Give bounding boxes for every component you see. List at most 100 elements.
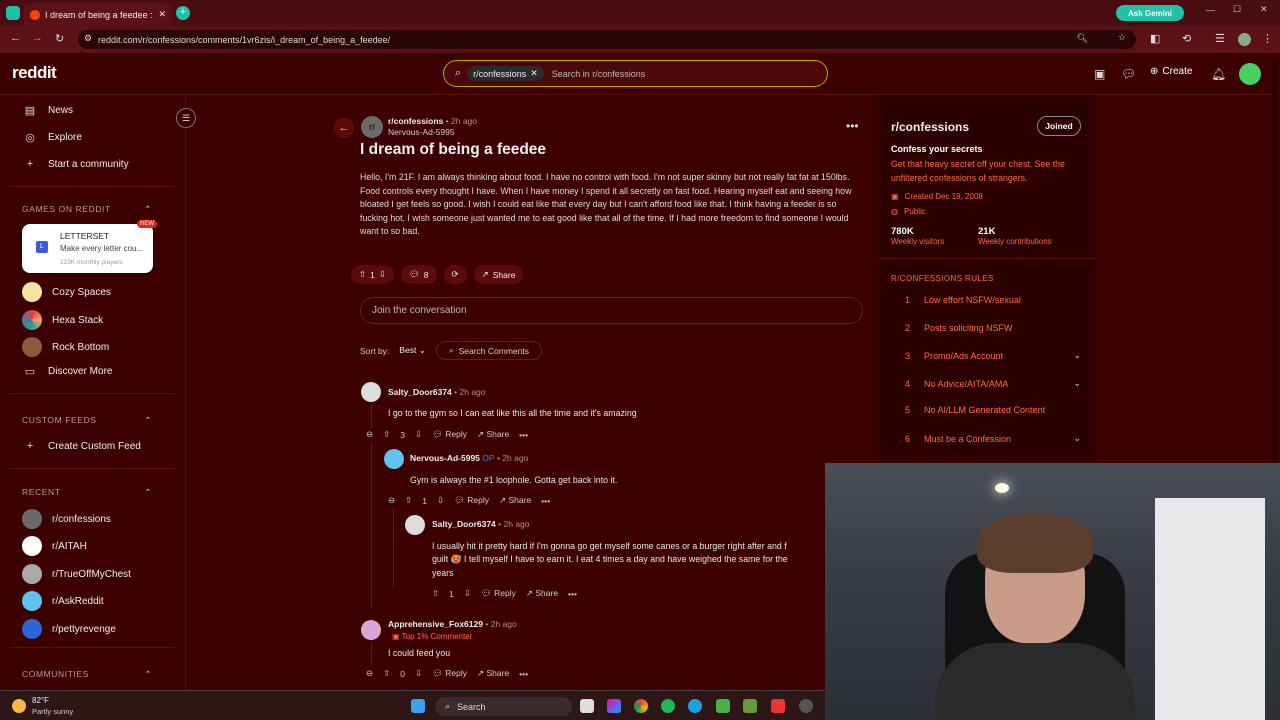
search-comments-button[interactable]: ⌕ Search Comments [435,341,542,360]
share-button[interactable]: ↗ Share [477,429,509,440]
chip-close-icon[interactable]: ✕ [530,68,538,79]
custom-feeds-header[interactable]: CUSTOM FEEDS ⌃ [22,415,152,426]
comment-author[interactable]: Salty_Door6374 • 2h ago [388,387,486,397]
recent-item-aitah[interactable]: r/AITAH [22,536,87,556]
more-options-icon[interactable]: ••• [519,430,528,440]
reply-button[interactable]: 💬︎ Reply [432,429,467,440]
reload-icon[interactable]: ↻ [55,32,64,45]
comment-author[interactable]: Apprehensive_Fox6129 • 2h ago [388,619,517,629]
more-options-icon[interactable]: ••• [541,496,550,506]
games-section-header[interactable]: GAMES ON REDDIT ⌃ [22,204,152,215]
reddit-logo[interactable]: reddit [12,63,57,83]
recent-item-confessions[interactable]: r/confessions [22,509,111,529]
recent-item-pettyrevenge[interactable]: r/pettyrevenge [22,619,116,639]
ads-icon[interactable]: ▣ [1094,67,1105,81]
tab-search-icon[interactable] [6,6,20,20]
reply-button[interactable]: 💬︎ Reply [432,668,467,679]
comment-author[interactable]: Nervous-Ad-5995 OP • 2h ago [410,453,528,463]
search-scope-chip[interactable]: r/confessions ✕ [467,66,544,81]
crosspost-button[interactable]: ⟳ [443,265,467,284]
downvote-icon[interactable]: ⇩ [415,429,422,440]
collapse-thread-icon[interactable]: ⊖ [366,429,373,440]
sidebar-game-rock-bottom[interactable]: Rock Bottom [22,337,109,357]
chrome-icon[interactable] [634,699,648,713]
edge-icon[interactable] [688,699,702,713]
rule-item[interactable]: 6 Must be a Confession ⌄ [891,433,1081,444]
collapse-thread-icon[interactable]: ⊖ [388,495,395,506]
chevron-down-icon[interactable]: ⌄ [1073,378,1081,389]
recent-header[interactable]: RECENT ⌃ [22,487,152,498]
taskbar-search[interactable]: ⌕ Search [435,697,572,716]
windows-start-icon[interactable] [411,699,425,713]
extensions-icon[interactable]: ◧ [1150,32,1160,45]
browser-tab[interactable]: I dream of being a feedee : r/co ✕ [24,3,172,26]
share-button[interactable]: ↗ Share [477,668,509,679]
weather-temp[interactable]: 82°F [32,696,49,705]
history-icon[interactable]: ⟲ [1182,32,1191,45]
sidebar-game-cozy-spaces[interactable]: Cozy Spaces [22,282,111,302]
minimize-icon[interactable]: — [1206,5,1215,15]
downvote-icon[interactable]: ⇩ [415,668,422,679]
profile-avatar-icon[interactable] [1238,33,1251,46]
sidebar-game-hexa-stack[interactable]: Hexa Stack [22,310,103,330]
minecraft-icon[interactable] [743,699,757,713]
upvote-icon[interactable]: ⇧ [383,429,390,440]
maximize-icon[interactable]: ☐ [1233,4,1241,15]
letterset-card[interactable]: NEW L LETTERSET Make every letter cou...… [22,220,157,273]
post-subreddit[interactable]: r/confessions [388,116,443,126]
bookmark-star-icon[interactable]: ☆ [1118,32,1126,43]
sidebar-item-start-community[interactable]: + Start a community [22,158,129,170]
sidebar-discover-more[interactable]: ▭ Discover More [22,365,113,378]
back-arrow-icon[interactable]: ← [10,32,21,44]
rule-item[interactable]: 2 Posts soliciting NSFW [891,323,1081,333]
subreddit-avatar[interactable]: r/ [361,116,383,138]
joined-button[interactable]: Joined [1037,116,1081,136]
comment-avatar[interactable] [405,515,425,535]
upvote-icon[interactable]: ⇧ [383,668,390,679]
reply-button[interactable]: 💬︎ Reply [454,495,489,506]
search-bar[interactable]: ⌕ r/confessions ✕ Search in r/confession… [443,60,828,87]
upvote-icon[interactable]: ⇧ [432,588,439,599]
chevron-down-icon[interactable]: ⌄ [1073,350,1081,361]
spotify-icon[interactable] [661,699,675,713]
downvote-icon[interactable]: ⇩ [379,269,386,280]
forward-arrow-icon[interactable]: → [32,32,43,44]
collapse-thread-icon[interactable]: ⊖ [366,668,373,679]
share-button[interactable]: ↗ Share [499,495,531,506]
collapse-sidebar-button[interactable]: ☰ [176,108,196,128]
share-button[interactable]: ↗ Share [473,265,524,284]
sidebar-item-explore[interactable]: ◎ Explore [22,131,82,144]
create-button[interactable]: ⊕ Create [1150,66,1192,77]
more-options-icon[interactable]: ••• [519,669,528,679]
comment-avatar[interactable] [384,449,404,469]
chat-icon[interactable]: 💬︎ [1121,67,1136,81]
rule-item[interactable]: 3 Promo/Ads Account ⌄ [891,350,1081,361]
comment-avatar[interactable] [361,382,381,402]
post-overflow-menu-icon[interactable]: ••• [846,119,859,133]
post-author[interactable]: Nervous-Ad-5995 [388,127,455,137]
settings-icon[interactable]: ☰ [1215,32,1225,45]
community-name[interactable]: r/confessions [891,120,969,134]
comments-button[interactable]: 💬︎ 8 [400,265,437,284]
address-bar[interactable]: ⚙ reddit.com/r/confessions/comments/1vr6… [78,30,1136,49]
close-tab-icon[interactable]: ✕ [158,9,166,20]
recent-item-trueoffmychest[interactable]: r/TrueOffMyChest [22,564,131,584]
recent-item-askreddit[interactable]: r/AskReddit [22,591,104,611]
sidebar-item-news[interactable]: ▤ News [22,104,73,117]
upvote-icon[interactable]: ⇧ [405,495,412,506]
copilot-icon[interactable] [607,699,621,713]
chevron-down-icon[interactable]: ⌄ [1073,433,1081,444]
rule-item[interactable]: 1 Low effort NSFW/sexual [891,295,1081,305]
sort-dropdown[interactable]: Best ⌄ [399,345,426,356]
ask-gemini-button[interactable]: Ask Gemini [1116,5,1184,21]
reply-button[interactable]: 💬︎ Reply [481,588,516,599]
close-window-icon[interactable]: ✕ [1260,4,1268,15]
back-button[interactable]: ← [334,118,354,138]
comment-avatar[interactable] [361,620,381,640]
communities-header[interactable]: COMMUNITIES ⌃ [22,669,152,680]
comment-author[interactable]: Salty_Door6374 • 2h ago [432,519,530,529]
xbox-icon[interactable] [716,699,730,713]
downvote-icon[interactable]: ⇩ [437,495,444,506]
obs-icon[interactable] [799,699,813,713]
create-custom-feed[interactable]: + Create Custom Feed [22,440,141,452]
